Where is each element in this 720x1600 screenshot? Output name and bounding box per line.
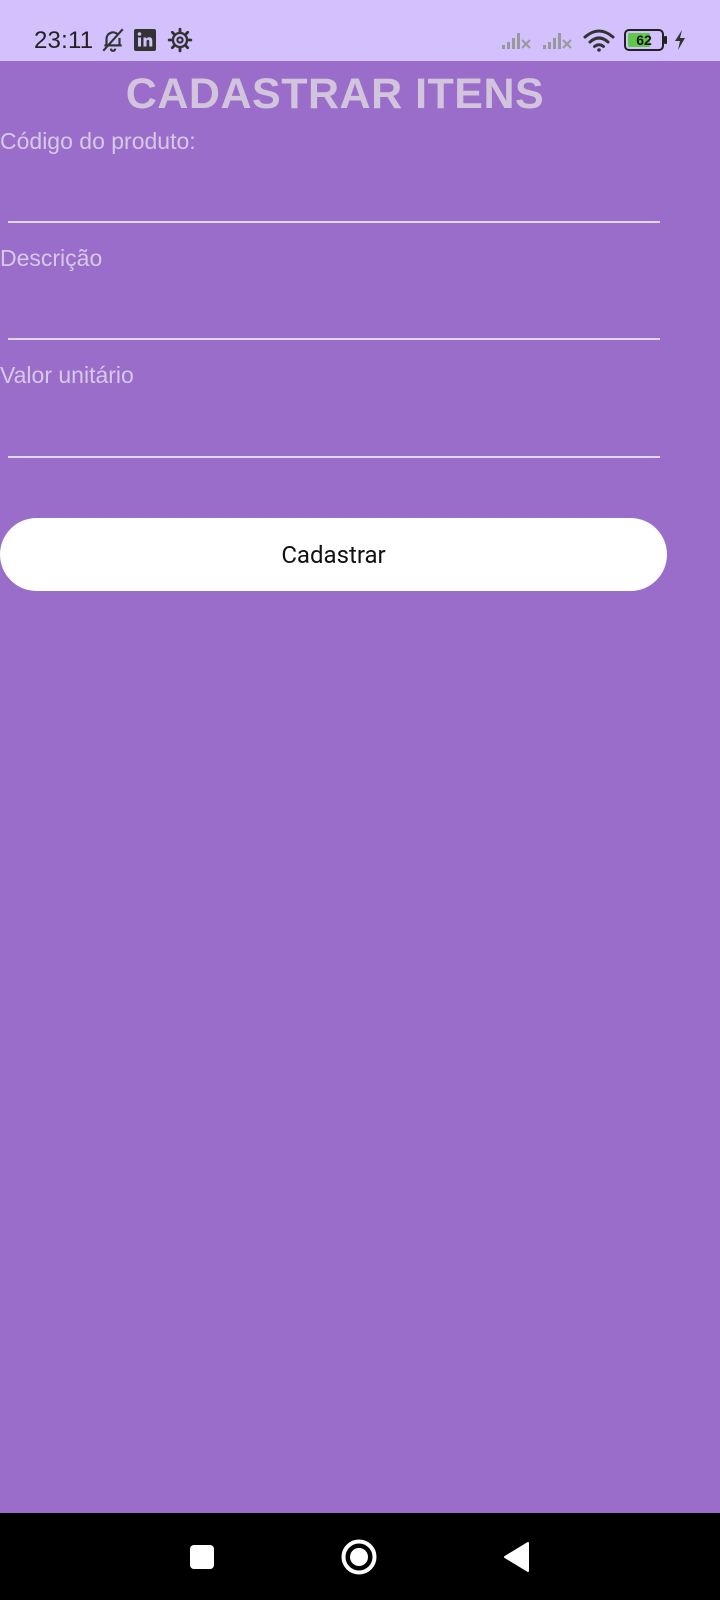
battery-level: 62 bbox=[636, 32, 652, 48]
description-label: Descrição bbox=[0, 245, 103, 271]
recents-button[interactable] bbox=[167, 1513, 237, 1600]
signal-no-service-icon bbox=[502, 33, 531, 49]
home-button[interactable] bbox=[324, 1513, 394, 1600]
back-icon bbox=[504, 1541, 529, 1572]
unit-price-input[interactable] bbox=[8, 408, 660, 458]
status-bar: 23:11 62 bbox=[0, 0, 720, 61]
settings-icon bbox=[167, 27, 193, 53]
unit-price-label: Valor unitário bbox=[0, 362, 134, 388]
linkedin-icon bbox=[134, 29, 156, 51]
product-code-input[interactable] bbox=[8, 173, 660, 223]
home-icon bbox=[341, 1539, 377, 1574]
wifi-icon bbox=[583, 29, 615, 52]
charging-bolt-icon bbox=[675, 30, 685, 50]
notifications-off-icon bbox=[102, 28, 124, 52]
page-title: CADASTRAR ITENS bbox=[125, 70, 545, 118]
product-code-label: Código do produto: bbox=[0, 128, 196, 154]
signal-no-service-icon bbox=[543, 33, 572, 49]
back-button[interactable] bbox=[481, 1513, 551, 1600]
description-input[interactable] bbox=[8, 290, 660, 340]
recents-icon bbox=[190, 1544, 214, 1569]
navigation-bar bbox=[0, 1513, 720, 1600]
status-time: 23:11 bbox=[34, 27, 94, 54]
submit-button[interactable]: Cadastrar bbox=[0, 518, 667, 591]
